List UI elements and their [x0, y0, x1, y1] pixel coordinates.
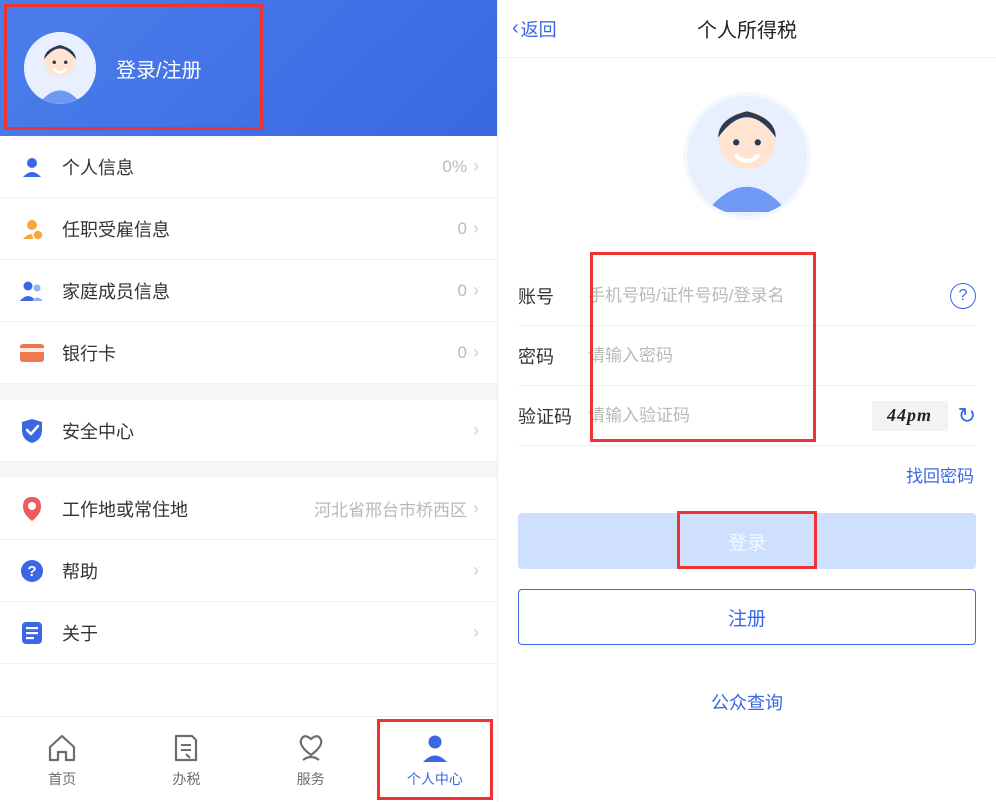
menu-group-security: 安全中心 › [0, 400, 497, 462]
menu-label: 帮助 [62, 558, 473, 584]
tab-bar: 首页 办税 服务 个人中心 [0, 716, 497, 802]
login-form: 账号 ? 密码 验证码 44pm ↻ [498, 266, 996, 446]
captcha-label: 验证码 [518, 403, 588, 429]
person-icon [421, 731, 449, 765]
avatar-icon [24, 32, 96, 104]
svg-text:?: ? [27, 563, 36, 580]
about-icon [18, 619, 46, 647]
location-icon [18, 495, 46, 523]
account-row: 账号 ? [518, 266, 976, 326]
avatar-section [498, 58, 996, 266]
tab-home[interactable]: 首页 [0, 717, 124, 802]
tab-label: 办税 [172, 769, 200, 789]
tab-label: 首页 [48, 769, 76, 789]
password-label: 密码 [518, 343, 588, 369]
doc-icon [172, 731, 200, 765]
back-button[interactable]: ‹ 返回 [512, 16, 557, 42]
refresh-icon[interactable]: ↻ [958, 403, 976, 429]
menu-label: 个人信息 [62, 154, 442, 180]
public-query-row: 公众查询 [498, 665, 996, 715]
section-spacer [0, 384, 497, 400]
tab-service[interactable]: 服务 [249, 717, 373, 802]
chevron-right-icon: › [473, 156, 479, 177]
service-icon [295, 731, 327, 765]
chevron-right-icon: › [473, 560, 479, 581]
login-register-link[interactable]: 登录/注册 [116, 54, 202, 83]
person-icon [18, 153, 46, 181]
menu-family[interactable]: 家庭成员信息 0 › [0, 260, 497, 322]
family-icon [18, 277, 46, 305]
tab-label: 个人中心 [407, 769, 463, 789]
menu-label: 家庭成员信息 [62, 278, 458, 304]
login-button[interactable]: 登录 [518, 513, 976, 569]
button-group: 登录 注册 [498, 495, 996, 645]
login-hero[interactable]: 登录/注册 [0, 0, 497, 136]
menu-personal-info[interactable]: 个人信息 0% › [0, 136, 497, 198]
avatar-icon [683, 92, 811, 220]
menu-help[interactable]: ? 帮助 › [0, 540, 497, 602]
employment-icon [18, 215, 46, 243]
chevron-right-icon: › [473, 218, 479, 239]
menu-value: 0 [458, 219, 467, 239]
menu-bank[interactable]: 银行卡 0 › [0, 322, 497, 384]
help-icon: ? [18, 557, 46, 585]
chevron-right-icon: › [473, 280, 479, 301]
login-button-label: 登录 [728, 528, 766, 555]
login-screen: ‹ 返回 个人所得税 账号 ? 密码 [498, 0, 996, 802]
menu-label: 银行卡 [62, 340, 458, 366]
menu-value: 0 [458, 281, 467, 301]
captcha-row: 验证码 44pm ↻ [518, 386, 976, 446]
chevron-right-icon: › [473, 622, 479, 643]
menu-group-info: 个人信息 0% › 任职受雇信息 0 › 家庭成员信息 0 › 银行卡 0 [0, 136, 497, 384]
chevron-left-icon: ‹ [512, 17, 519, 40]
menu-group-other: 工作地或常住地 河北省邢台市桥西区 › ? 帮助 › 关于 › [0, 478, 497, 664]
captcha-input[interactable] [588, 406, 862, 426]
section-spacer [0, 462, 497, 478]
account-input[interactable] [588, 286, 950, 306]
help-icon[interactable]: ? [950, 283, 976, 309]
tab-label: 服务 [297, 769, 325, 789]
tab-personal-center[interactable]: 个人中心 [373, 717, 497, 802]
back-label: 返回 [521, 16, 557, 42]
shield-icon [18, 417, 46, 445]
menu-location[interactable]: 工作地或常住地 河北省邢台市桥西区 › [0, 478, 497, 540]
personal-center-screen: 登录/注册 个人信息 0% › 任职受雇信息 0 › 家庭成员信息 0 › [0, 0, 498, 802]
password-row: 密码 [518, 326, 976, 386]
nav-bar: ‹ 返回 个人所得税 [498, 0, 996, 58]
menu-label: 工作地或常住地 [62, 496, 314, 522]
menu-security[interactable]: 安全中心 › [0, 400, 497, 462]
menu-label: 关于 [62, 620, 473, 646]
chevron-right-icon: › [473, 498, 479, 519]
menu-about[interactable]: 关于 › [0, 602, 497, 664]
bank-card-icon [18, 339, 46, 367]
public-query-link[interactable]: 公众查询 [711, 693, 783, 713]
find-password-link[interactable]: 找回密码 [906, 467, 974, 486]
menu-employment[interactable]: 任职受雇信息 0 › [0, 198, 497, 260]
menu-label: 任职受雇信息 [62, 216, 458, 242]
account-label: 账号 [518, 283, 588, 309]
register-button[interactable]: 注册 [518, 589, 976, 645]
register-button-label: 注册 [728, 604, 766, 631]
find-password-row: 找回密码 [498, 446, 996, 495]
chevron-right-icon: › [473, 420, 479, 441]
captcha-image: 44pm [872, 401, 948, 431]
menu-value: 河北省邢台市桥西区 [314, 496, 467, 521]
home-icon [46, 731, 78, 765]
menu-value: 0 [458, 343, 467, 363]
password-input[interactable] [588, 346, 976, 366]
tab-tax[interactable]: 办税 [124, 717, 248, 802]
menu-value: 0% [442, 157, 467, 177]
page-title: 个人所得税 [697, 14, 797, 43]
chevron-right-icon: › [473, 342, 479, 363]
menu-label: 安全中心 [62, 418, 473, 444]
